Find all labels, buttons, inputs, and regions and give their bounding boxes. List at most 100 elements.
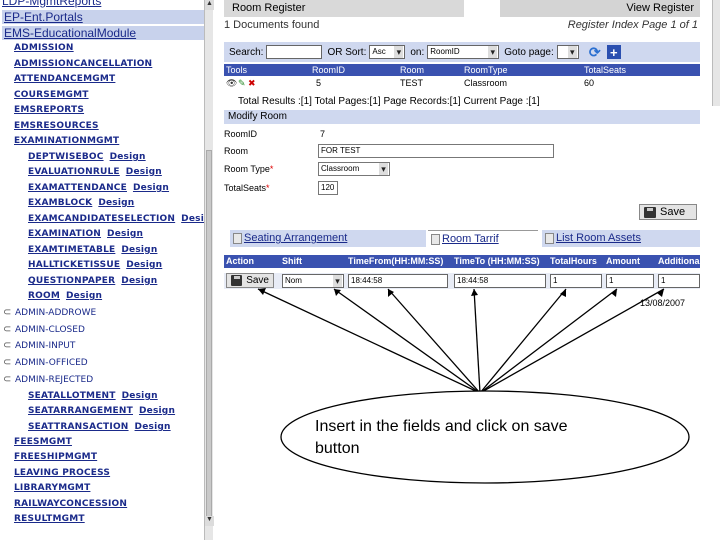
field-label: RoomID: [224, 129, 258, 139]
sort-order-select[interactable]: Asc: [369, 45, 406, 59]
nav-subitem-deptwiseboc[interactable]: DEPTWISEBOC Design: [28, 152, 146, 162]
design-link[interactable]: Desig: [181, 214, 204, 224]
document-icon: [233, 233, 242, 244]
nav-link-ep-portals[interactable]: EP-Ent.Portals: [2, 10, 204, 24]
on-label: on:: [410, 46, 425, 58]
nav-subitem-seattransaction[interactable]: SEATTRANSACTION Design: [28, 422, 171, 432]
scroll-down-arrow-icon[interactable]: ▼: [205, 516, 214, 526]
nav-subitem-label: EXAMINATION: [28, 229, 102, 239]
design-link[interactable]: Design: [133, 183, 169, 193]
design-link[interactable]: Design: [135, 422, 171, 432]
nav-subitem-seatallotment[interactable]: SEATALLOTMENT Design: [28, 391, 158, 401]
edit-icon[interactable]: ✎: [238, 78, 246, 89]
tree-node-icon: ⊂: [3, 340, 12, 351]
nav-subitem-hallticketissue[interactable]: HALLTICKETISSUE Design: [28, 260, 162, 270]
nav-link-ems-module[interactable]: EMS-EducationalModule: [2, 26, 204, 40]
tree-node-icon: ⊂: [3, 324, 12, 335]
nav-admin-addrowe[interactable]: ⊂ ADMIN-ADDROWE: [3, 307, 96, 318]
scrollbar-thumb[interactable]: [206, 150, 212, 520]
nav-admin-officed[interactable]: ⊂ ADMIN-OFFICED: [3, 357, 88, 368]
nav-subitem-examtimetable[interactable]: EXAMTIMETABLE Design: [28, 245, 157, 255]
nav-subitem-seatarrangement[interactable]: SEATARRANGEMENT Design: [28, 406, 175, 416]
nav-item-admission-cancellation[interactable]: ADMISSIONCANCELLATION: [14, 59, 152, 69]
nav-subitem-questionpaper[interactable]: QUESTIONPAPER Design: [28, 276, 157, 286]
col-header-amount: Amount: [606, 256, 640, 266]
nav-admin-input[interactable]: ⊂ ADMIN-INPUT: [3, 340, 75, 351]
nav-item-result-mgmt[interactable]: RESULTMGMT: [14, 514, 85, 524]
field-label: Room Type*: [224, 164, 274, 174]
nav-subitem-examattendance[interactable]: EXAMATTENDANCE Design: [28, 183, 169, 193]
col-header-timeto: TimeTo (HH:MM:SS): [454, 256, 540, 266]
tab-label: Seating Arrangement: [244, 232, 348, 244]
col-header-room[interactable]: Room: [400, 64, 424, 76]
nav-item-ems-resources[interactable]: EMSRESOURCES: [14, 121, 99, 131]
totalseats-input[interactable]: 120: [318, 181, 338, 195]
nav-subitem-examblock[interactable]: EXAMBLOCK Design: [28, 198, 134, 208]
design-link[interactable]: Design: [121, 245, 157, 255]
col-header-roomid[interactable]: RoomID: [312, 64, 345, 76]
roomtype-select[interactable]: Classroom: [318, 162, 390, 176]
total-hours-input[interactable]: 1: [550, 274, 602, 288]
search-input[interactable]: [266, 45, 323, 59]
amount-input[interactable]: 1: [606, 274, 654, 288]
design-link[interactable]: Design: [66, 291, 102, 301]
nav-item-course-mgmt[interactable]: COURSEMGMT: [14, 90, 89, 100]
time-to-input[interactable]: 18:44:58: [454, 274, 546, 288]
scroll-up-arrow-icon[interactable]: ▲: [205, 0, 214, 10]
pagination-summary: Total Results :[1] Total Pages:[1] Page …: [238, 96, 540, 107]
sidebar-scrollbar[interactable]: ▲ ▼: [204, 0, 214, 540]
col-header-shift: Shift: [282, 256, 302, 266]
nav-item-fees-mgmt[interactable]: FEESMGMT: [14, 437, 72, 447]
nav-subitem-examcandidateselection[interactable]: EXAMCANDIDATESELECTION Desig: [28, 214, 204, 224]
main-scrollbar[interactable]: [712, 0, 720, 106]
tab-seating-arrangement[interactable]: Seating Arrangement: [230, 230, 426, 247]
design-link[interactable]: Design: [126, 260, 162, 270]
add-icon[interactable]: +: [606, 45, 621, 60]
nav-item-examination-mgmt[interactable]: EXAMINATIONMGMT: [14, 136, 119, 146]
nav-item-freeship-mgmt[interactable]: FREESHIPMGMT: [14, 452, 97, 462]
admin-item-label: ADMIN-REJECTED: [15, 375, 94, 385]
design-link[interactable]: Design: [98, 198, 134, 208]
view-icon[interactable]: 👁: [226, 78, 237, 89]
register-index-text: Register Index Page 1 of 1: [567, 19, 698, 31]
tab-list-room-assets[interactable]: List Room Assets: [542, 230, 700, 247]
refresh-icon[interactable]: ⟳: [586, 43, 604, 61]
search-bar: Search: OR Sort: Asc on: RoomID Goto pag…: [224, 42, 700, 62]
nav-subitem-examination[interactable]: EXAMINATION Design: [28, 229, 143, 239]
design-link[interactable]: Design: [122, 391, 158, 401]
nav-item-attendance-mgmt[interactable]: ATTENDANCEMGMT: [14, 74, 115, 84]
nav-admin-rejected[interactable]: ⊂ ADMIN-REJECTED: [3, 374, 93, 385]
nav-item-admission[interactable]: ADMISSION: [14, 43, 74, 53]
design-link[interactable]: Design: [126, 167, 162, 177]
nav-item-library-mgmt[interactable]: LIBRARYMGMT: [14, 483, 90, 493]
time-from-input[interactable]: 18:44:58: [348, 274, 448, 288]
additional-input[interactable]: 1: [658, 274, 700, 288]
design-link[interactable]: Design: [107, 229, 143, 239]
nav-subitem-label: EXAMTIMETABLE: [28, 245, 116, 255]
goto-page-select[interactable]: [556, 45, 579, 59]
tree-node-icon: ⊂: [3, 357, 12, 368]
nav-item-ems-reports[interactable]: EMSREPORTS: [14, 105, 84, 115]
nav-link-ldp-mgmt-reports[interactable]: LDP-MgmtReports: [2, 0, 101, 8]
nav-item-railway-concession[interactable]: RAILWAYCONCESSION: [14, 499, 127, 509]
modify-save-button[interactable]: Save: [639, 204, 697, 220]
design-link[interactable]: Design: [121, 276, 157, 286]
cell-totalseats: 60: [584, 78, 595, 88]
nav-item-leaving-process[interactable]: LEAVING PROCESS: [14, 468, 110, 478]
shift-select[interactable]: Nom: [282, 274, 344, 288]
sort-field-select[interactable]: RoomID: [427, 45, 500, 59]
date-stamp: 13/08/2007: [640, 298, 686, 308]
table-row[interactable]: 👁 ✎ ✖ 5 TEST Classroom 60: [224, 78, 700, 89]
cell-roomid: 5: [316, 78, 322, 88]
nav-subitem-evaluationrule[interactable]: EVALUATIONRULE Design: [28, 167, 162, 177]
tarrif-save-button[interactable]: Save: [226, 273, 274, 288]
col-header-totalseats[interactable]: TotalSeats: [584, 64, 626, 76]
delete-icon[interactable]: ✖: [248, 78, 256, 89]
nav-subitem-room[interactable]: ROOM Design: [28, 291, 102, 301]
tab-room-tarrif[interactable]: Room Tarrif: [428, 230, 538, 247]
room-input[interactable]: FOR TEST: [318, 144, 554, 158]
design-link[interactable]: Design: [110, 152, 146, 162]
col-header-roomtype[interactable]: RoomType: [464, 64, 508, 76]
nav-admin-closed[interactable]: ⊂ ADMIN-CLOSED: [3, 324, 85, 335]
design-link[interactable]: Design: [139, 406, 175, 416]
